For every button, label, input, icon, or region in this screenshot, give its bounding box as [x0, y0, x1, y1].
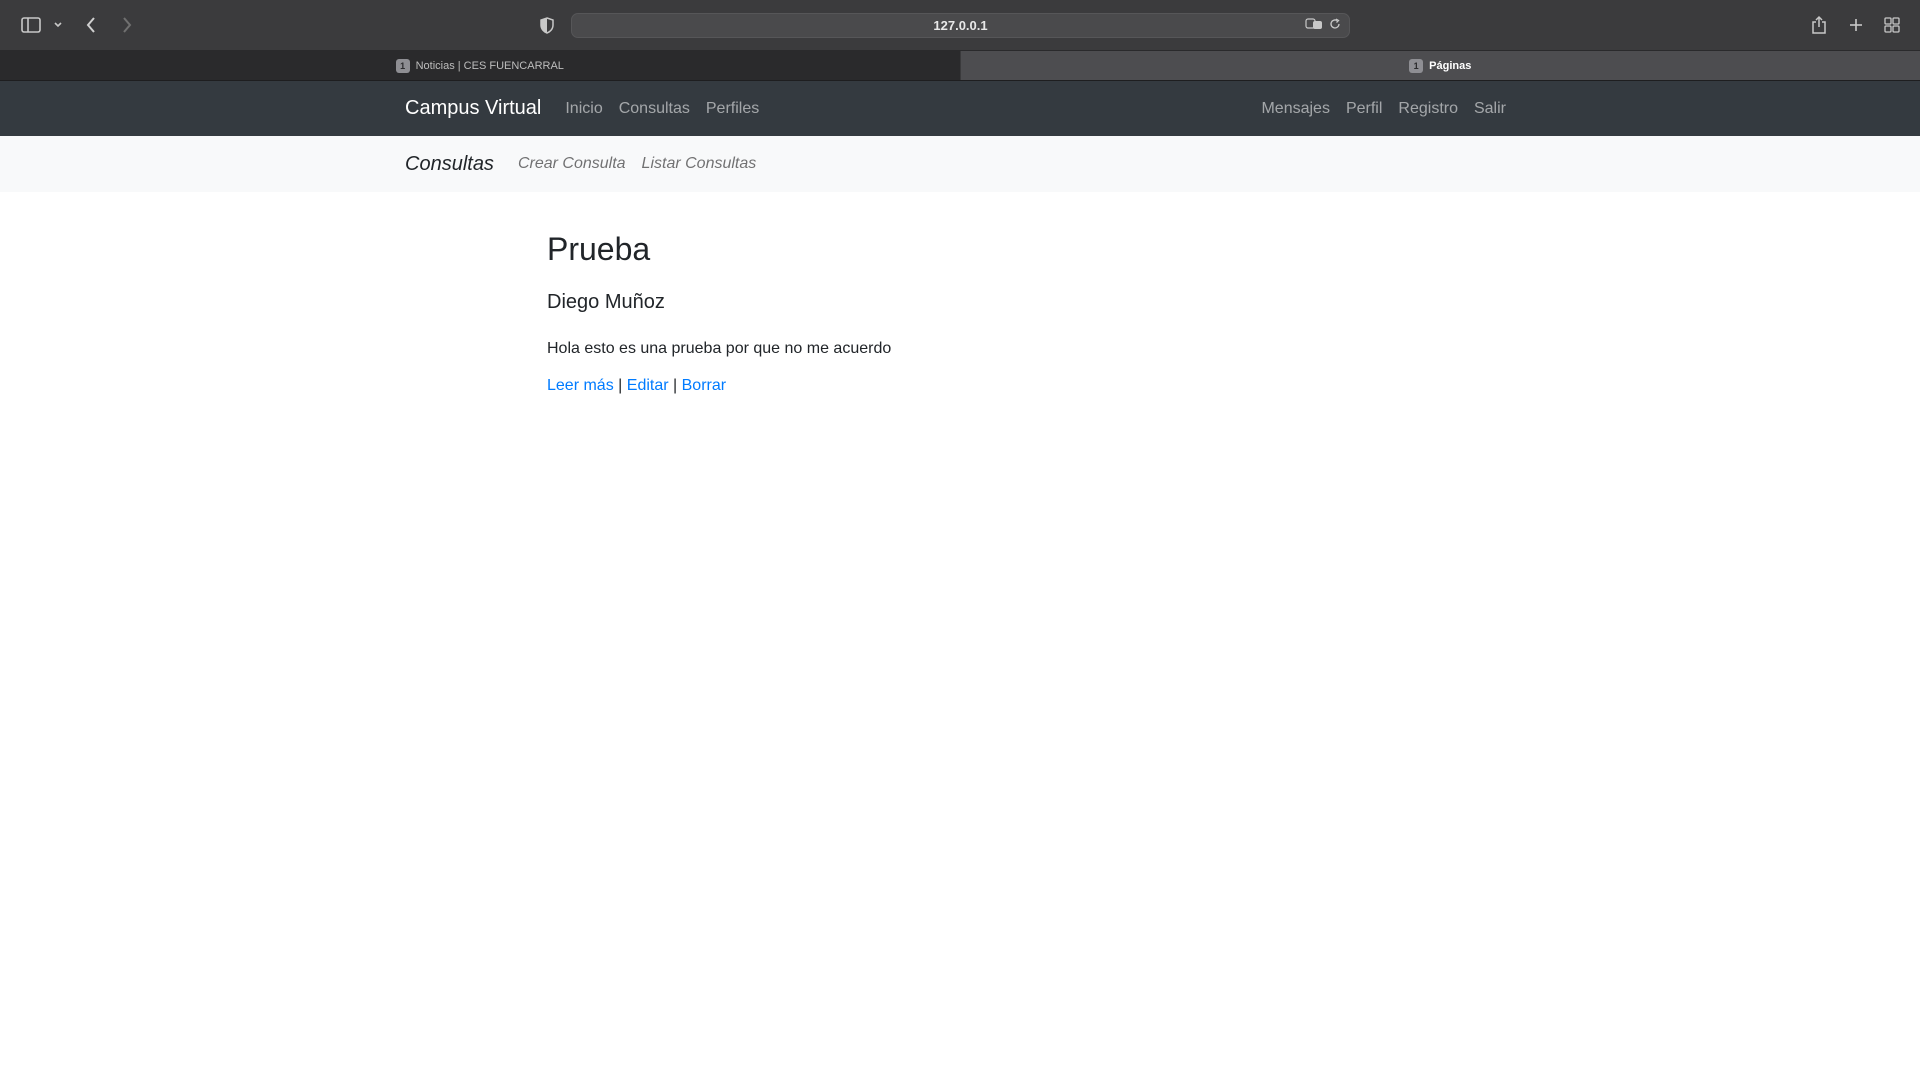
privacy-shield-icon[interactable] — [537, 12, 557, 38]
tab-noticias[interactable]: 1 Noticias | CES FUENCARRAL — [0, 51, 961, 80]
post-author: Diego Muñoz — [547, 291, 665, 314]
url-text: 127.0.0.1 — [933, 18, 988, 33]
forward-icon[interactable] — [118, 12, 136, 38]
sidebar-toggle-icon[interactable] — [20, 12, 42, 38]
sidebar-menu-chevron-icon[interactable] — [52, 12, 64, 38]
edit-link[interactable]: Editar — [627, 377, 669, 394]
main-content: Prueba Diego Muñoz Hola esto es una prue… — [0, 192, 1920, 395]
nav-link-salir[interactable]: Salir — [1474, 100, 1506, 118]
tab-count-badge: 1 — [395, 58, 410, 73]
browser-toolbar: 127.0.0.1 — [0, 0, 1920, 51]
nav-link-inicio[interactable]: Inicio — [565, 100, 602, 118]
nav-link-registro[interactable]: Registro — [1398, 100, 1458, 118]
separator: | — [618, 377, 623, 395]
reload-icon[interactable] — [1329, 17, 1341, 35]
main-navbar: Campus Virtual Inicio Consultas Perfiles… — [0, 81, 1920, 136]
tab-paginas[interactable]: 1 Páginas — [960, 51, 1920, 80]
post-actions: Leer más | Editar | Borrar — [547, 377, 1920, 395]
subnav-brand[interactable]: Consultas — [405, 153, 494, 176]
navbar-right: Mensajes Perfil Registro Salir — [1245, 100, 1506, 118]
nav-link-perfiles[interactable]: Perfiles — [706, 100, 759, 118]
back-icon[interactable] — [82, 12, 100, 38]
delete-link[interactable]: Borrar — [682, 377, 726, 394]
translate-icon[interactable] — [1305, 17, 1323, 35]
nav-link-consultas[interactable]: Consultas — [619, 100, 690, 118]
navbar-brand[interactable]: Campus Virtual — [405, 97, 541, 120]
new-tab-icon[interactable] — [1846, 12, 1866, 38]
post-body: Hola esto es una prueba por que no me ac… — [547, 340, 892, 358]
address-bar[interactable]: 127.0.0.1 — [571, 13, 1350, 38]
separator: | — [673, 377, 678, 395]
tab-title: Noticias | CES FUENCARRAL — [415, 59, 564, 72]
tab-strip: 1 Noticias | CES FUENCARRAL 1 Páginas — [0, 51, 1920, 81]
share-icon[interactable] — [1809, 12, 1829, 38]
tab-title: Páginas — [1429, 59, 1472, 72]
tab-overview-icon[interactable] — [1882, 12, 1902, 38]
consultas-subnav: Consultas Crear Consulta Listar Consulta… — [0, 136, 1920, 192]
subnav-link-listar-consultas[interactable]: Listar Consultas — [642, 155, 757, 173]
read-more-link[interactable]: Leer más — [547, 377, 614, 394]
nav-link-mensajes[interactable]: Mensajes — [1261, 100, 1329, 118]
tab-count-badge: 1 — [1409, 58, 1424, 73]
navbar-left: Campus Virtual Inicio Consultas Perfiles — [405, 97, 775, 120]
post-title: Prueba — [547, 231, 651, 267]
subnav-link-crear-consulta[interactable]: Crear Consulta — [518, 155, 626, 173]
nav-link-perfil[interactable]: Perfil — [1346, 100, 1382, 118]
